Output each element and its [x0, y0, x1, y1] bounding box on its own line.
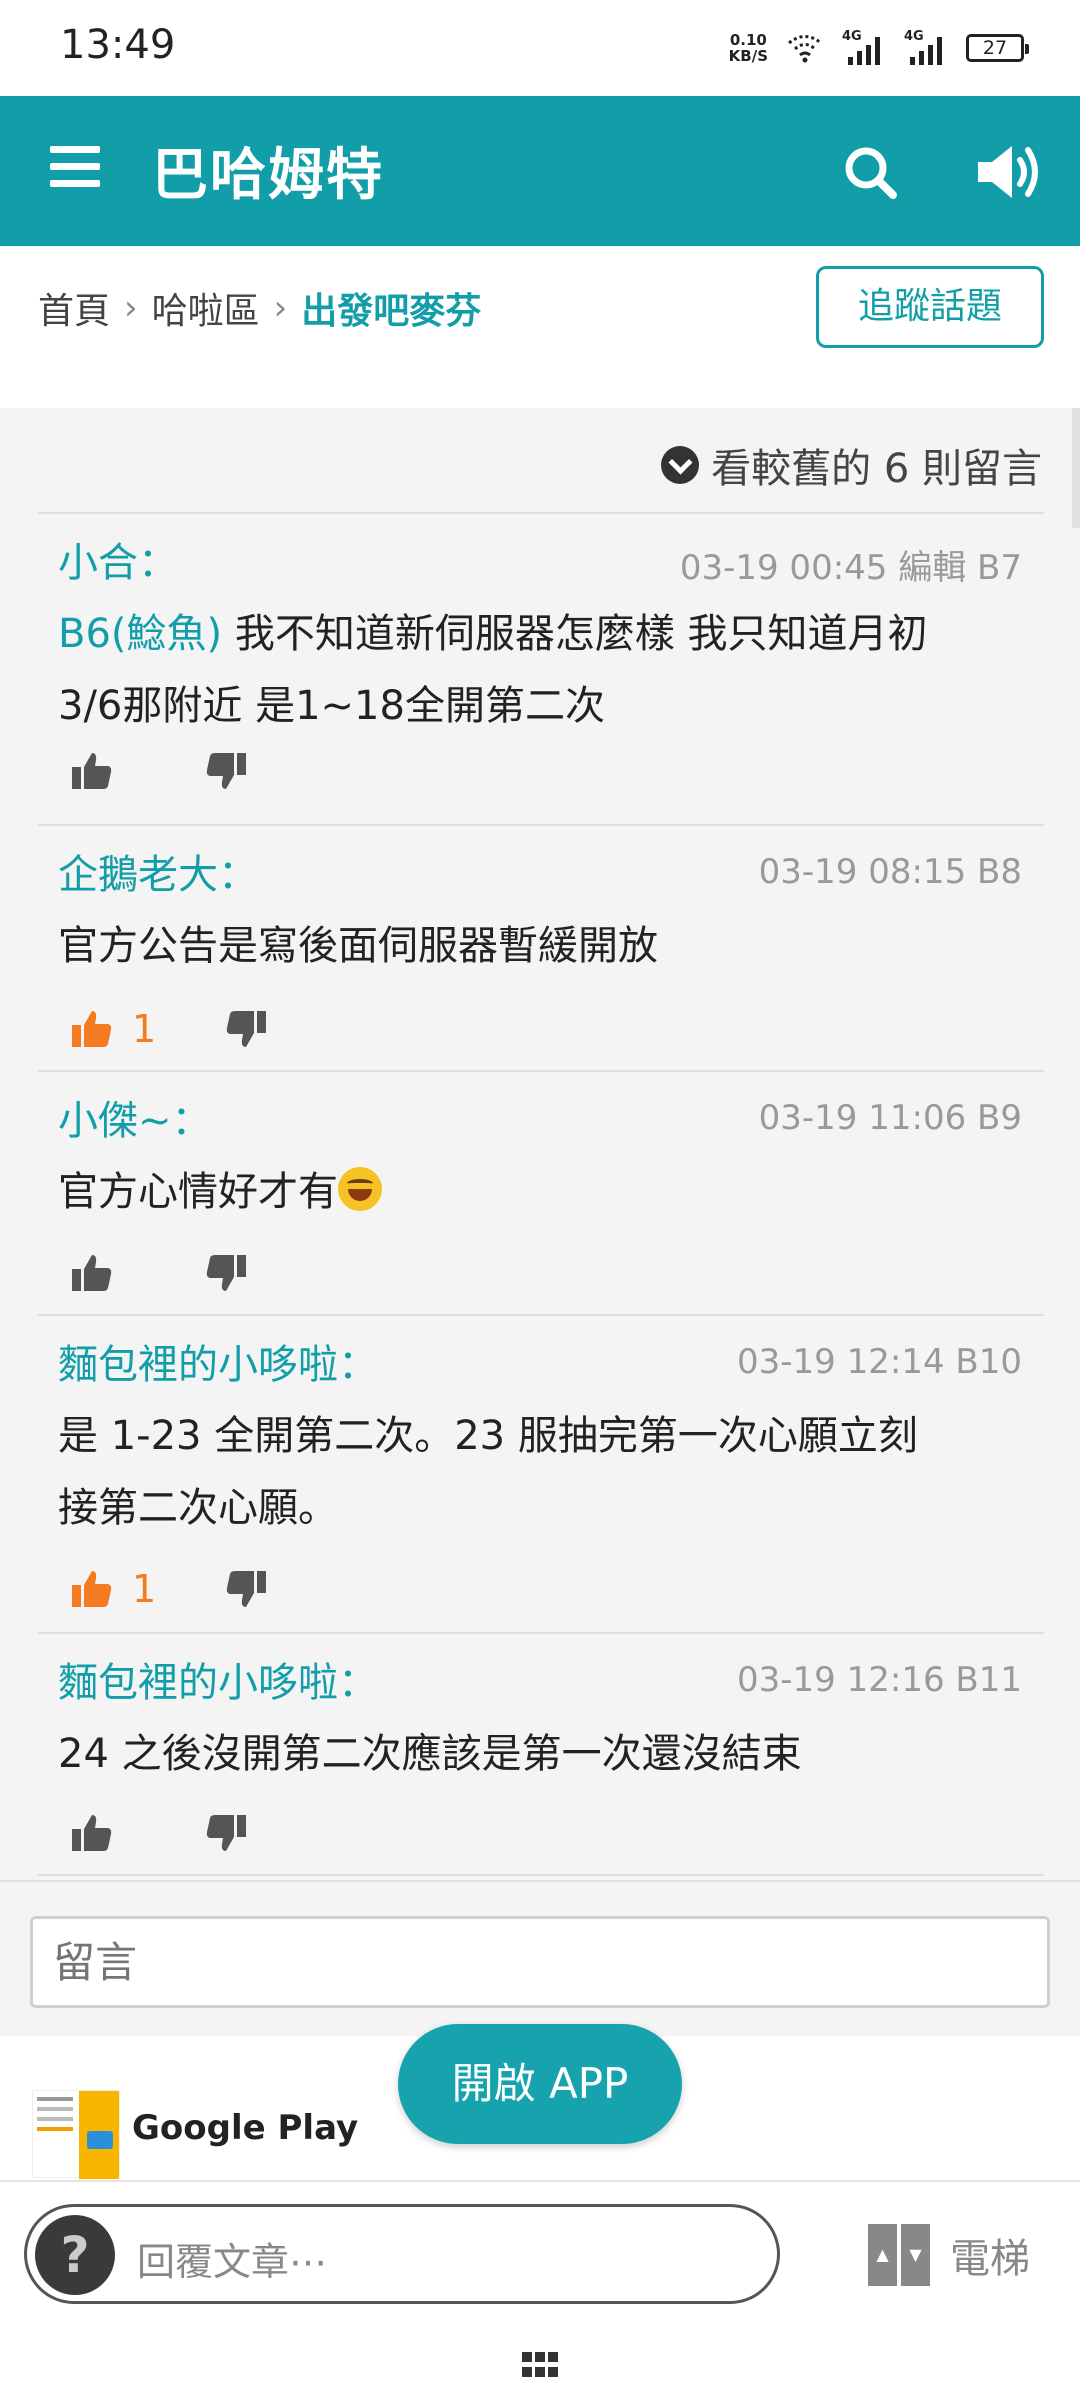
speaker-icon[interactable] [974, 140, 1044, 204]
signal-icon-sim2: 4G [904, 29, 948, 67]
comment-author[interactable]: 小合： [58, 530, 178, 588]
breadcrumb-bar: 首頁 › 哈啦區 › 出發吧麥芬 追蹤話題 [0, 246, 1080, 408]
dislike-button[interactable] [224, 1004, 268, 1054]
chevron-right-icon: › [124, 288, 138, 328]
dislike-button[interactable] [204, 1808, 248, 1858]
status-bar: 13:49 0.10 KB/S 4G 4G 27 [0, 0, 1080, 96]
apps-grid-icon[interactable] [522, 2352, 558, 2378]
breadcrumb-forum[interactable]: 哈啦區 [152, 282, 260, 334]
ad-title: Google Play [132, 2108, 359, 2148]
comment-body: 24 之後沒開第二次應該是第一次還沒結束 [58, 1731, 802, 1777]
thumbs-down-icon [206, 753, 246, 789]
signal-icon-sim1: 4G [842, 29, 886, 67]
chevron-right-icon: › [273, 288, 288, 328]
network-speed-unit: KB/S [728, 47, 768, 65]
chevron-down-icon [661, 446, 700, 484]
breadcrumb-home[interactable]: 首頁 [38, 282, 110, 334]
avatar: ? [35, 2215, 115, 2295]
thumbs-up-icon [72, 1255, 112, 1291]
thumbs-down-icon [226, 1571, 266, 1607]
status-icons: 0.10 KB/S 4G 4G 27 [729, 26, 1029, 70]
comment-meta: 03-19 12:14 B10 [737, 1342, 1022, 1382]
comment-meta: 03-19 08:15 B8 [758, 852, 1022, 892]
comment-item: 麵包裡的小哆啦： 03-19 12:14 B10 是 1-23 全開第二次。23… [38, 1314, 1044, 1632]
dislike-button[interactable] [204, 746, 248, 796]
rofl-emoji-icon [338, 1167, 382, 1211]
elevator-button[interactable]: ▲ ▼ 電梯 [868, 2224, 1030, 2286]
battery-icon: 27 [966, 34, 1029, 62]
comment-item: 小合： 03-19 00:45 編輯 B7 B6(鯰魚) 我不知道新伺服器怎麼樣… [38, 512, 1044, 824]
status-time: 13:49 [60, 22, 176, 68]
thumbs-down-icon [226, 1011, 266, 1047]
open-app-button[interactable]: 開啟 APP [398, 2024, 682, 2144]
thumbs-down-icon [206, 1255, 246, 1291]
wifi-icon [788, 35, 822, 63]
older-comments-label: 看較舊的 6 則留言 [711, 446, 1042, 492]
like-button[interactable] [70, 1248, 114, 1298]
comment-body: B6(鯰魚) 我不知道新伺服器怎麼樣 我只知道月初 3/6那附近 是1~18全開… [58, 611, 928, 729]
like-button[interactable] [70, 746, 114, 796]
breadcrumb: 首頁 › 哈啦區 › 出發吧麥芬 [38, 282, 481, 334]
comment-meta: 03-19 12:16 B11 [737, 1660, 1022, 1700]
like-count: 1 [132, 1567, 157, 1611]
divider [38, 1874, 1044, 1876]
comment-author[interactable]: 小傑~： [58, 1088, 212, 1146]
reply-bar: ? 回覆文章⋯ ▲ ▼ 電梯 [0, 2180, 1080, 2328]
network-speed: 0.10 KB/S [729, 32, 768, 64]
like-button[interactable]: 1 [70, 1564, 156, 1614]
older-comments-link[interactable]: 看較舊的 6 則留言 [661, 436, 1042, 494]
thumbs-down-icon [206, 1815, 246, 1851]
reply-input[interactable]: ? 回覆文章⋯ [24, 2204, 780, 2304]
comment-item: 企鵝老大： 03-19 08:15 B8 官方公告是寫後面伺服器暫緩開放 1 [38, 824, 1044, 1070]
reply-placeholder: 回覆文章⋯ [137, 2240, 328, 2284]
search-icon[interactable] [842, 144, 898, 200]
app-title[interactable]: 巴哈姆特 [152, 130, 384, 211]
mention-link[interactable]: B6(鯰魚) [58, 611, 222, 657]
comment-meta: 03-19 00:45 編輯 B7 [679, 548, 1022, 588]
comment-input-row [0, 1880, 1080, 2036]
thumbs-up-icon [72, 1815, 112, 1851]
dislike-button[interactable] [204, 1248, 248, 1298]
app-header: 巴哈姆特 [0, 96, 1080, 246]
follow-topic-button[interactable]: 追蹤話題 [816, 266, 1044, 348]
like-count: 1 [132, 1007, 157, 1051]
comment-item: 小傑~： 03-19 11:06 B9 官方心情好才有 [38, 1070, 1044, 1314]
comment-input[interactable] [30, 1916, 1050, 2008]
thumbs-up-icon [72, 1571, 112, 1607]
comments-section: 看較舊的 6 則留言 小合： 03-19 00:45 編輯 B7 B6(鯰魚) … [0, 408, 1080, 1880]
ad-thumbnail [32, 2090, 120, 2179]
thumbs-up-icon [72, 1011, 112, 1047]
thumbs-up-icon [72, 753, 112, 789]
scrollbar[interactable] [1072, 408, 1080, 528]
elevator-icon: ▲ ▼ [868, 2224, 930, 2286]
network-speed-value: 0.10 [729, 31, 767, 49]
dislike-button[interactable] [224, 1564, 268, 1614]
comment-body: 官方心情好才有 [58, 1156, 1048, 1228]
like-button[interactable]: 1 [70, 1004, 156, 1054]
comment-meta: 03-19 11:06 B9 [758, 1098, 1022, 1138]
comment-item: 麵包裡的小哆啦： 03-19 12:16 B11 24 之後沒開第二次應該是第一… [38, 1632, 1044, 1874]
comment-body: 是 1-23 全開第二次。23 服抽完第一次心願立刻 接第二次心願。 [58, 1413, 918, 1531]
menu-icon[interactable] [50, 146, 100, 188]
elevator-label: 電梯 [950, 2236, 1030, 2282]
comment-author[interactable]: 麵包裡的小哆啦： [58, 1332, 378, 1390]
comment-author[interactable]: 麵包裡的小哆啦： [58, 1650, 378, 1708]
system-nav-bar [0, 2328, 1080, 2400]
comment-author[interactable]: 企鵝老大： [58, 842, 258, 900]
comment-body: 官方公告是寫後面伺服器暫緩開放 [58, 923, 658, 969]
like-button[interactable] [70, 1808, 114, 1858]
breadcrumb-board[interactable]: 出發吧麥芬 [301, 282, 481, 334]
